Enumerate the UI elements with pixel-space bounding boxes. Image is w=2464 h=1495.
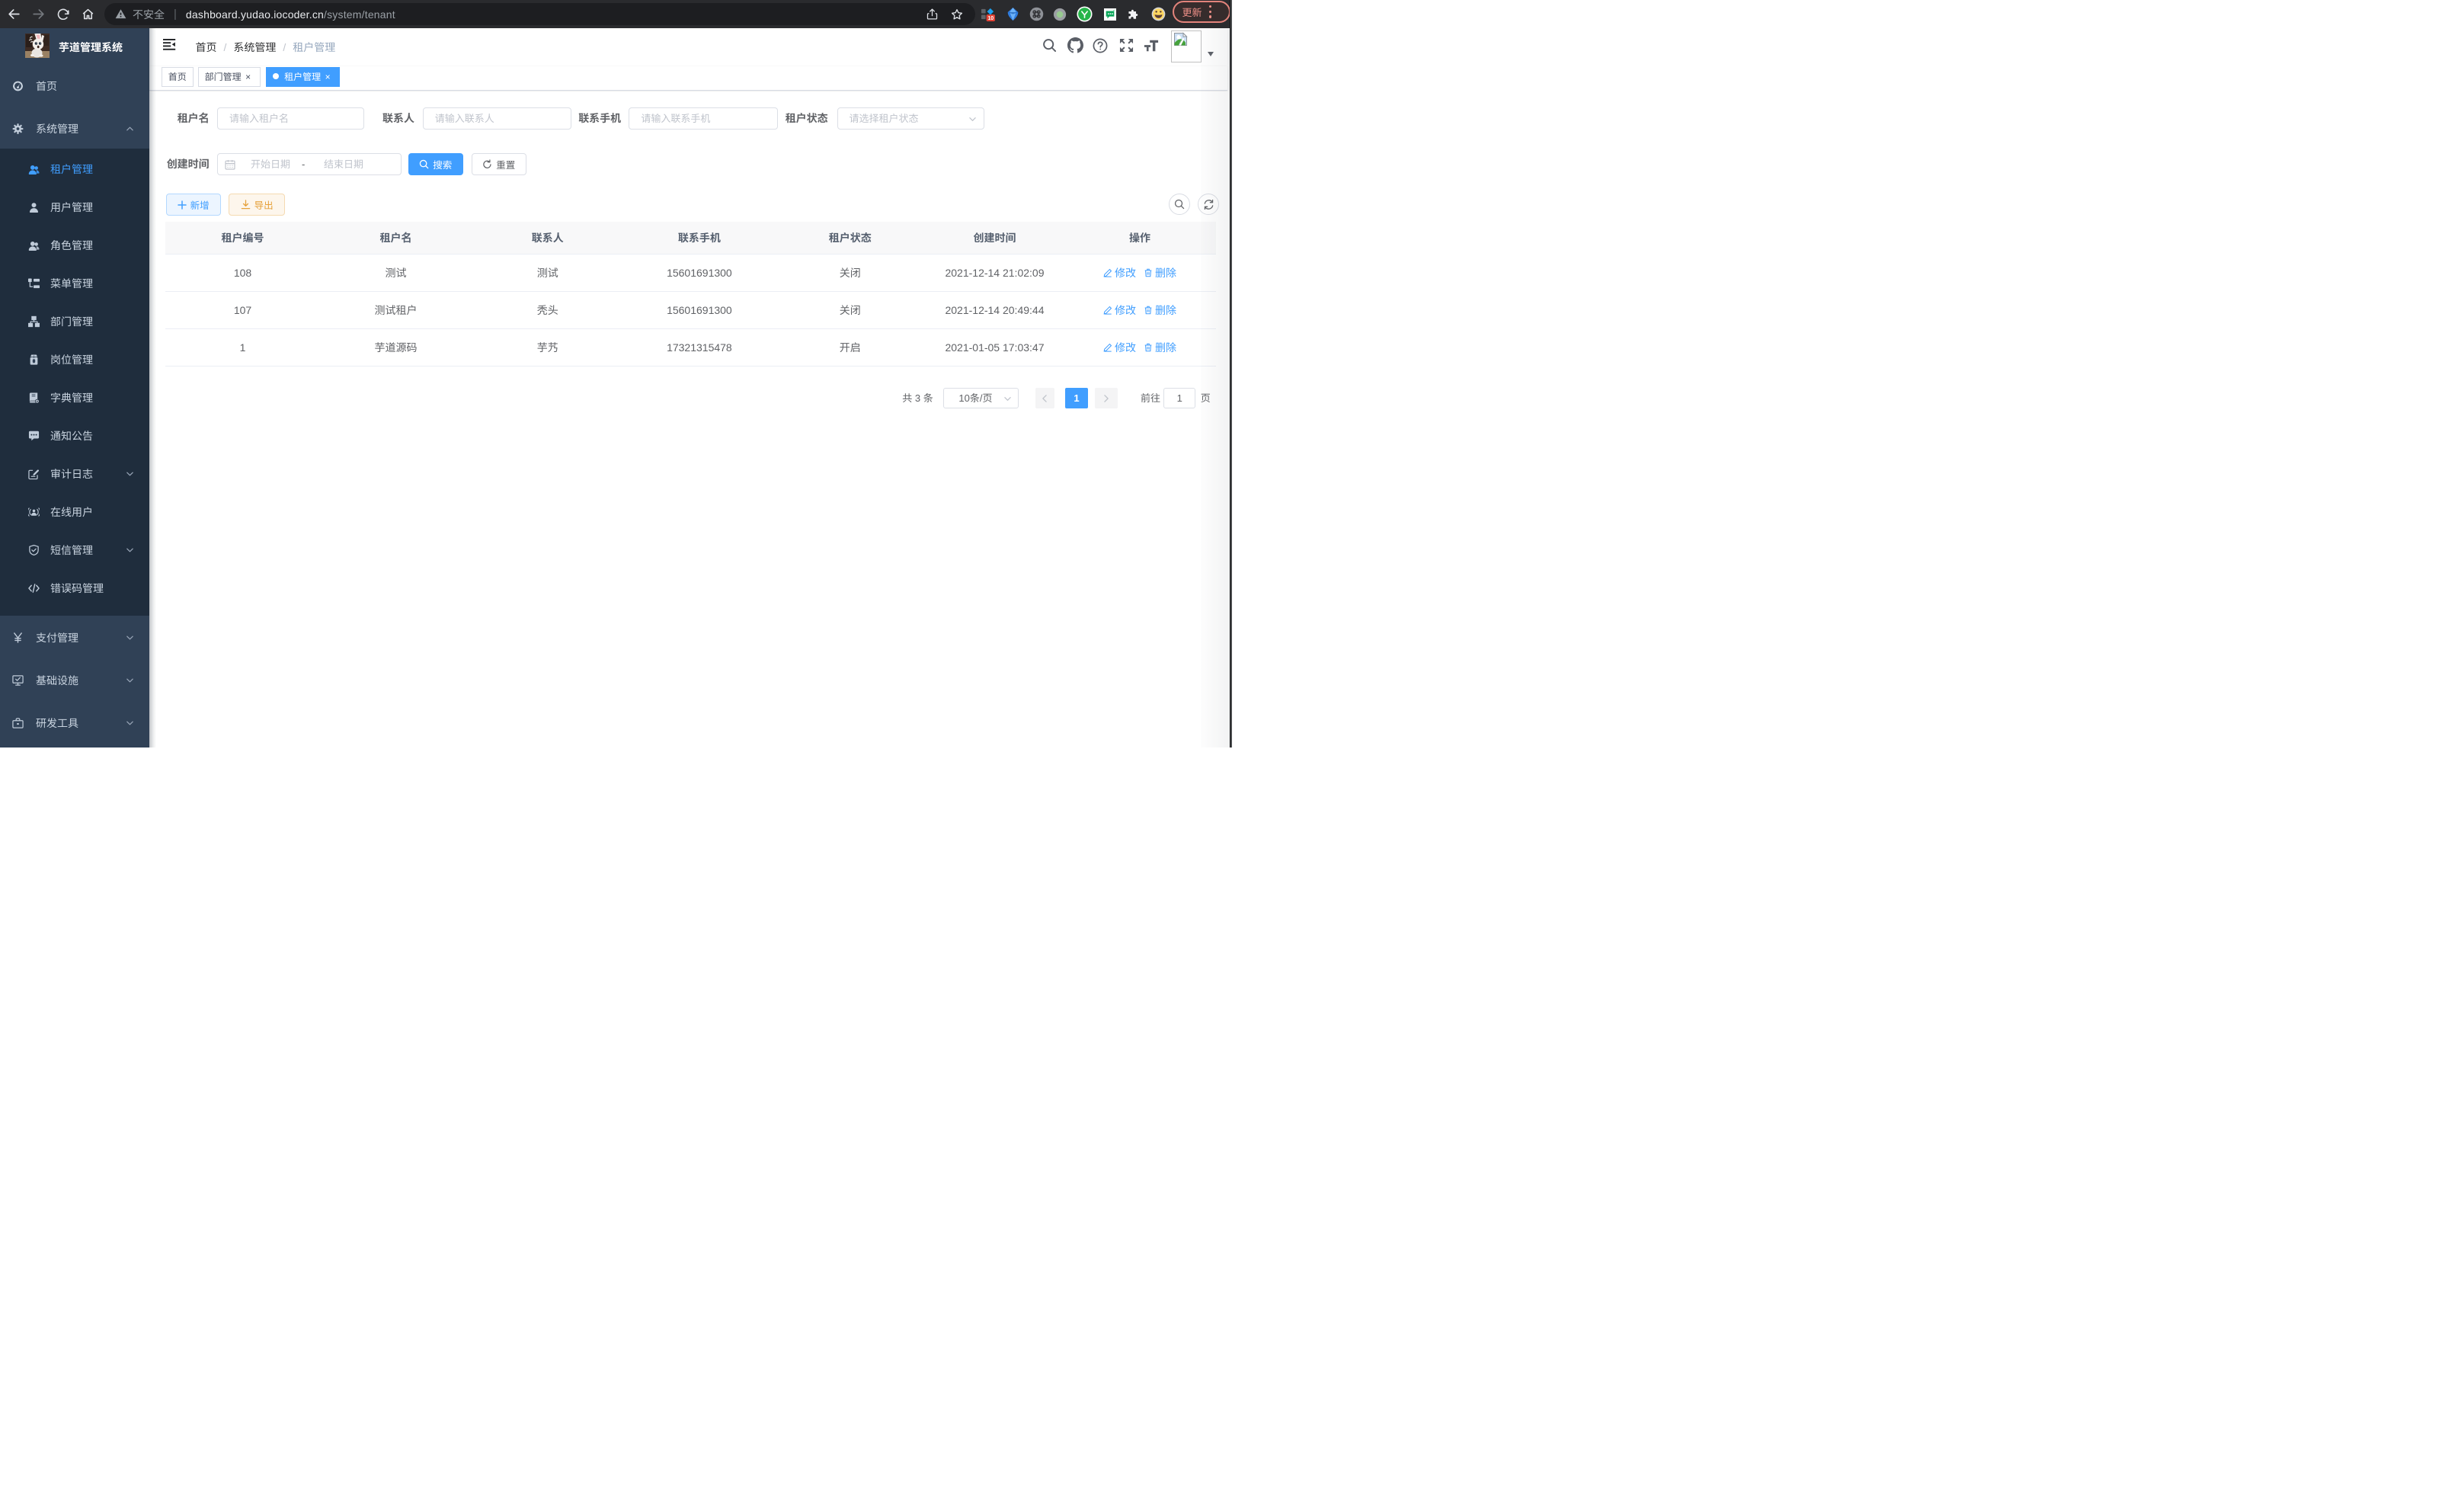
svg-text:10: 10 <box>987 15 994 21</box>
